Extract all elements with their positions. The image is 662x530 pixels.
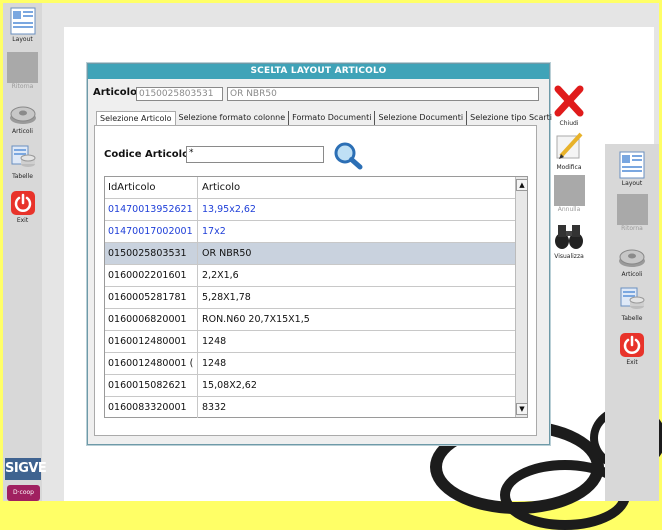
cell-idarticolo: 0160012480001 bbox=[105, 331, 198, 352]
sidebar-right-tabelle-button[interactable]: Tabelle bbox=[605, 285, 659, 322]
tab-formato-documenti[interactable]: Formato Documenti bbox=[289, 111, 376, 126]
cell-idarticolo: 0150025803531 bbox=[105, 243, 198, 264]
cell-articolo: 8332 bbox=[202, 402, 227, 413]
table-header: IdArticolo Articolo bbox=[105, 177, 515, 199]
sidebar-label: Layout bbox=[12, 36, 33, 43]
articoli-table: IdArticolo Articolo 01470013952621 13,95… bbox=[104, 176, 528, 418]
sidebar-right-articoli-button[interactable]: Articoli bbox=[605, 243, 659, 278]
cell-idarticolo: 0160012480001 ( bbox=[105, 353, 198, 374]
table-row[interactable]: 0160015082621 15,08X2,62 bbox=[105, 375, 515, 397]
table-row[interactable]: 0160006820001 RON.N60 20,7X15X1,5 bbox=[105, 309, 515, 331]
table-row[interactable]: 0160002201601 2,2X1,6 bbox=[105, 265, 515, 287]
chiudi-label: Chiudi bbox=[559, 120, 579, 127]
scroll-up-icon[interactable]: ▲ bbox=[516, 179, 528, 191]
cell-idarticolo: 0160002201601 bbox=[105, 265, 198, 286]
sidebar-left-ritorna-button[interactable]: Ritorna bbox=[3, 52, 42, 90]
binoculars-icon bbox=[555, 225, 583, 249]
sidebar-label: Tabelle bbox=[12, 173, 33, 180]
power-icon bbox=[620, 333, 644, 357]
right-sidebar: Layout Ritorna Articoli Tabelle Exit bbox=[605, 144, 659, 501]
power-icon bbox=[10, 191, 35, 215]
pencil-icon bbox=[556, 132, 583, 159]
cell-articolo: 13,95x2,62 bbox=[202, 204, 256, 215]
gear-icon bbox=[9, 106, 36, 124]
cell-idarticolo: 0160015082621 bbox=[105, 375, 198, 396]
table-row[interactable]: 0160005281781 5,28X1,78 bbox=[105, 287, 515, 309]
articolo-desc-field[interactable]: OR NBR50 bbox=[227, 87, 539, 101]
sidebar-label: Exit bbox=[16, 217, 29, 224]
sidebar-left-tabelle-button[interactable]: Tabelle bbox=[3, 143, 42, 180]
cell-articolo: 1248 bbox=[202, 358, 227, 369]
sigve-logo: SIGVE bbox=[5, 458, 47, 480]
cell-articolo: 5,28X1,78 bbox=[202, 292, 251, 303]
sidebar-right-layout-button[interactable]: Layout bbox=[605, 150, 659, 187]
annulla-label: Annulla bbox=[557, 206, 581, 213]
header-articolo[interactable]: Articolo bbox=[200, 177, 512, 198]
codice-articolo-input[interactable]: * bbox=[186, 146, 324, 163]
cell-articolo: 1248 bbox=[202, 336, 227, 347]
cell-articolo: OR NBR50 bbox=[202, 248, 252, 259]
modifica-button[interactable]: Modifica bbox=[550, 130, 588, 171]
tab-selezione-documenti[interactable]: Selezione Documenti bbox=[375, 111, 468, 126]
tab-selezione-articolo[interactable]: Selezione Articolo bbox=[96, 111, 176, 126]
tab-bar: Selezione Articolo Selezione formato col… bbox=[96, 111, 555, 126]
cell-articolo: 2,2X1,6 bbox=[202, 270, 239, 281]
visualizza-button[interactable]: Visualizza bbox=[550, 221, 588, 260]
scelta-layout-dialog: SCELTA LAYOUT ARTICOLO Articolo 01500258… bbox=[87, 63, 585, 445]
articolo-label: Articolo bbox=[93, 87, 137, 98]
modifica-label: Modifica bbox=[556, 164, 582, 171]
articolo-code-field[interactable]: 0150025803531 bbox=[136, 87, 223, 101]
sidebar-left-exit-button[interactable]: Exit bbox=[3, 189, 42, 224]
cell-idarticolo: 01470017002001 bbox=[105, 221, 198, 242]
sidebar-label: Tabelle bbox=[621, 315, 643, 322]
sidebar-label: Ritorna bbox=[621, 225, 643, 232]
chiudi-button[interactable]: Chiudi bbox=[550, 84, 588, 127]
sidebar-left-articoli-button[interactable]: Articoli bbox=[3, 100, 42, 135]
table-row[interactable]: 01470013952621 13,95x2,62 bbox=[105, 199, 515, 221]
scroll-down-icon[interactable]: ▼ bbox=[516, 403, 528, 415]
gear-icon bbox=[619, 249, 645, 267]
codice-articolo-label: Codice Articolo bbox=[104, 149, 189, 160]
close-icon bbox=[554, 85, 584, 117]
sidebar-label: Articoli bbox=[621, 271, 643, 278]
cell-idarticolo: 01470013952621 bbox=[105, 199, 198, 220]
visualizza-label: Visualizza bbox=[554, 253, 584, 260]
sidebar-right-exit-button[interactable]: Exit bbox=[605, 331, 659, 366]
cell-articolo: 17x2 bbox=[202, 226, 226, 237]
sidebar-label: Ritorna bbox=[11, 83, 34, 90]
search-icon[interactable] bbox=[332, 140, 364, 172]
left-sidebar: Layout Ritorna Articoli Tabelle Exit SIG… bbox=[3, 3, 47, 501]
cell-articolo: 15,08X2,62 bbox=[202, 380, 257, 391]
table-scrollbar[interactable]: ▲ ▼ bbox=[515, 177, 528, 417]
cell-idarticolo: 0160006820001 bbox=[105, 309, 198, 330]
table-icon bbox=[620, 287, 645, 309]
tab-selezione-tipo-scarti[interactable]: Selezione tipo Scarti bbox=[467, 111, 555, 126]
sidebar-right-ritorna-button[interactable]: Ritorna bbox=[605, 194, 659, 232]
table-row[interactable]: 01470017002001 17x2 bbox=[105, 221, 515, 243]
tab-selezione-formato-colonne[interactable]: Selezione formato colonne bbox=[176, 111, 290, 126]
table-row[interactable]: 0160083320001 8332 bbox=[105, 397, 515, 418]
table-row[interactable]: 0160012480001 1248 bbox=[105, 331, 515, 353]
dcoop-logo: D·coop bbox=[7, 485, 40, 501]
table-row[interactable]: 0160012480001 ( 1248 bbox=[105, 353, 515, 375]
table-icon bbox=[11, 145, 35, 167]
header-idarticolo[interactable]: IdArticolo bbox=[105, 177, 198, 198]
dialog-title: SCELTA LAYOUT ARTICOLO bbox=[88, 64, 549, 79]
back-icon bbox=[616, 194, 648, 225]
cell-idarticolo: 0160083320001 bbox=[105, 397, 198, 418]
undo-icon bbox=[553, 175, 585, 206]
back-icon bbox=[7, 52, 38, 83]
layout-icon bbox=[10, 7, 35, 35]
sidebar-label: Layout bbox=[621, 180, 643, 187]
layout-icon bbox=[619, 151, 645, 179]
cell-idarticolo: 0160005281781 bbox=[105, 287, 198, 308]
sidebar-label: Articoli bbox=[12, 128, 33, 135]
sidebar-left-layout-button[interactable]: Layout bbox=[3, 6, 42, 43]
sidebar-label: Exit bbox=[626, 359, 638, 366]
cell-articolo: RON.N60 20,7X15X1,5 bbox=[202, 314, 310, 325]
annulla-button[interactable]: Annulla bbox=[550, 175, 588, 213]
table-row-selected[interactable]: 0150025803531 OR NBR50 bbox=[105, 243, 515, 265]
